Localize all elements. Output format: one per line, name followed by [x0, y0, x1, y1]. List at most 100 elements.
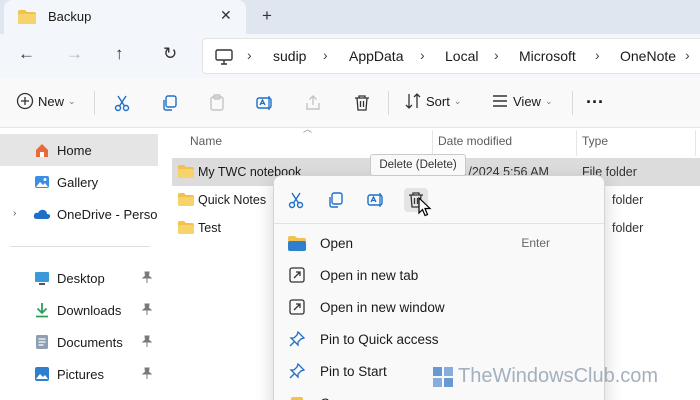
- onedrive-icon: [33, 206, 51, 222]
- menu-item-label: C: [320, 396, 330, 400]
- mouse-cursor-icon: [418, 196, 432, 222]
- file-name: Test: [198, 221, 221, 235]
- up-button[interactable]: ↑: [115, 44, 124, 64]
- pin-icon[interactable]: [141, 335, 153, 350]
- home-icon: [33, 142, 51, 158]
- menu-item-label: Open in new tab: [320, 267, 419, 283]
- file-explorer-window: Backup ✕ + ← → ↑ ↻ › sudip › AppData › L…: [0, 0, 700, 400]
- refresh-button[interactable]: ↻: [163, 44, 177, 64]
- sidebar-item-onedrive[interactable]: OneDrive - Persona: [0, 198, 158, 230]
- rename-icon[interactable]: [254, 92, 276, 114]
- folder-icon: [178, 221, 194, 237]
- tab-backup[interactable]: Backup ✕: [4, 0, 246, 34]
- chevron-down-icon: ⌄: [68, 95, 76, 106]
- breadcrumb-sudip[interactable]: sudip: [273, 48, 306, 64]
- column-divider[interactable]: [576, 130, 577, 156]
- back-button[interactable]: ←: [18, 44, 35, 64]
- folder-icon: [18, 10, 36, 29]
- menu-item-label: Open in new window: [320, 299, 445, 315]
- menu-item-compress[interactable]: C: [278, 388, 600, 400]
- copy-icon[interactable]: [324, 188, 348, 212]
- folder-icon: [178, 165, 194, 181]
- gallery-icon: [33, 174, 51, 190]
- new-window-icon: [288, 298, 306, 316]
- sidebar-item-home[interactable]: Home: [0, 134, 158, 166]
- breadcrumb-onenote[interactable]: OneNote: [620, 48, 676, 64]
- delete-tooltip: Delete (Delete): [370, 154, 466, 176]
- breadcrumb-separator[interactable]: ›: [247, 47, 252, 63]
- new-tab-icon: [288, 266, 306, 284]
- sort-label: Sort: [426, 93, 450, 109]
- folder-icon: [178, 193, 194, 209]
- cut-icon[interactable]: [284, 188, 308, 212]
- plus-circle-icon: [16, 92, 34, 110]
- more-options-button[interactable]: ···: [586, 92, 604, 113]
- breadcrumb-microsoft[interactable]: Microsoft: [519, 48, 576, 64]
- close-tab-icon[interactable]: ✕: [220, 7, 232, 24]
- delete-icon[interactable]: [351, 92, 373, 114]
- rename-icon[interactable]: [364, 188, 388, 212]
- column-header-type[interactable]: Type: [582, 134, 608, 148]
- column-header-name[interactable]: Name: [190, 134, 222, 148]
- watermark: TheWindowsClub.com: [432, 365, 658, 388]
- navigation-bar: ← → ↑ ↻ › sudip › AppData › Local › Micr…: [0, 34, 700, 78]
- chevron-down-icon: ⌄: [544, 95, 553, 106]
- this-pc-icon[interactable]: [215, 49, 233, 70]
- sort-button[interactable]: Sort ⌄: [404, 92, 461, 110]
- paste-icon[interactable]: [206, 92, 228, 114]
- tab-bar: Backup ✕ +: [0, 0, 700, 34]
- sidebar-item-desktop[interactable]: Desktop: [0, 262, 158, 294]
- sidebar-item-documents[interactable]: Documents: [0, 326, 158, 358]
- divider: [388, 91, 389, 115]
- sidebar-item-label: Pictures: [57, 366, 104, 382]
- file-type: folder: [612, 193, 644, 207]
- documents-icon: [33, 334, 51, 350]
- command-bar: New ⌄ Sort ⌄ View ⌄ ···: [0, 78, 700, 128]
- downloads-icon: [33, 302, 51, 318]
- pictures-icon: [33, 366, 51, 382]
- sidebar-item-label: Documents: [57, 334, 123, 350]
- breadcrumb-local[interactable]: Local: [445, 48, 478, 64]
- new-label: New: [38, 93, 65, 109]
- breadcrumb-appdata[interactable]: AppData: [349, 48, 403, 64]
- sidebar-item-label: Gallery: [57, 174, 99, 190]
- breadcrumb-separator[interactable]: ›: [595, 47, 600, 63]
- menu-item-pin-to-quick-access[interactable]: Pin to Quick access: [278, 324, 600, 354]
- sidebar-item-downloads[interactable]: Downloads: [0, 294, 158, 326]
- view-button[interactable]: View ⌄: [491, 92, 553, 110]
- address-bar[interactable]: › sudip › AppData › Local › Microsoft › …: [202, 38, 700, 74]
- view-icon: [493, 95, 507, 107]
- tab-title: Backup: [48, 9, 92, 24]
- breadcrumb-separator[interactable]: ›: [420, 47, 425, 63]
- cut-icon[interactable]: [111, 92, 133, 114]
- breadcrumb-separator[interactable]: ›: [494, 47, 499, 63]
- menu-item-open[interactable]: Open Enter: [278, 228, 600, 258]
- column-header-date-modified[interactable]: Date modified: [438, 134, 512, 148]
- pin-start-icon: [288, 362, 306, 380]
- sort-icon: [405, 93, 421, 109]
- column-divider[interactable]: [695, 130, 696, 156]
- sidebar-item-gallery[interactable]: Gallery: [0, 166, 158, 198]
- breadcrumb-separator[interactable]: ›: [323, 47, 328, 63]
- menu-item-label: Pin to Start: [320, 363, 387, 379]
- new-button[interactable]: New ⌄: [16, 92, 76, 110]
- sidebar-item-pictures[interactable]: Pictures: [0, 358, 158, 390]
- share-icon[interactable]: [302, 92, 324, 114]
- menu-item-open-in-new-tab[interactable]: Open in new tab: [278, 260, 600, 290]
- file-name: Quick Notes: [198, 193, 267, 207]
- copy-icon[interactable]: [159, 92, 181, 114]
- pin-icon[interactable]: [141, 303, 153, 318]
- menu-item-open-in-new-window[interactable]: Open in new window: [278, 292, 600, 322]
- sidebar-item-label: Downloads: [57, 302, 122, 318]
- watermark-text: TheWindowsClub.com: [458, 365, 659, 387]
- pin-icon[interactable]: [141, 367, 153, 382]
- divider: [94, 91, 95, 115]
- breadcrumb-separator[interactable]: ›: [685, 47, 690, 63]
- pin-icon[interactable]: [141, 271, 153, 286]
- chevron-down-icon: ⌄: [453, 95, 462, 106]
- column-divider[interactable]: [432, 130, 433, 156]
- pin-icon: [288, 330, 306, 348]
- watermark-logo-icon: [433, 366, 453, 387]
- forward-button[interactable]: →: [66, 44, 83, 64]
- new-tab-button[interactable]: +: [262, 6, 272, 26]
